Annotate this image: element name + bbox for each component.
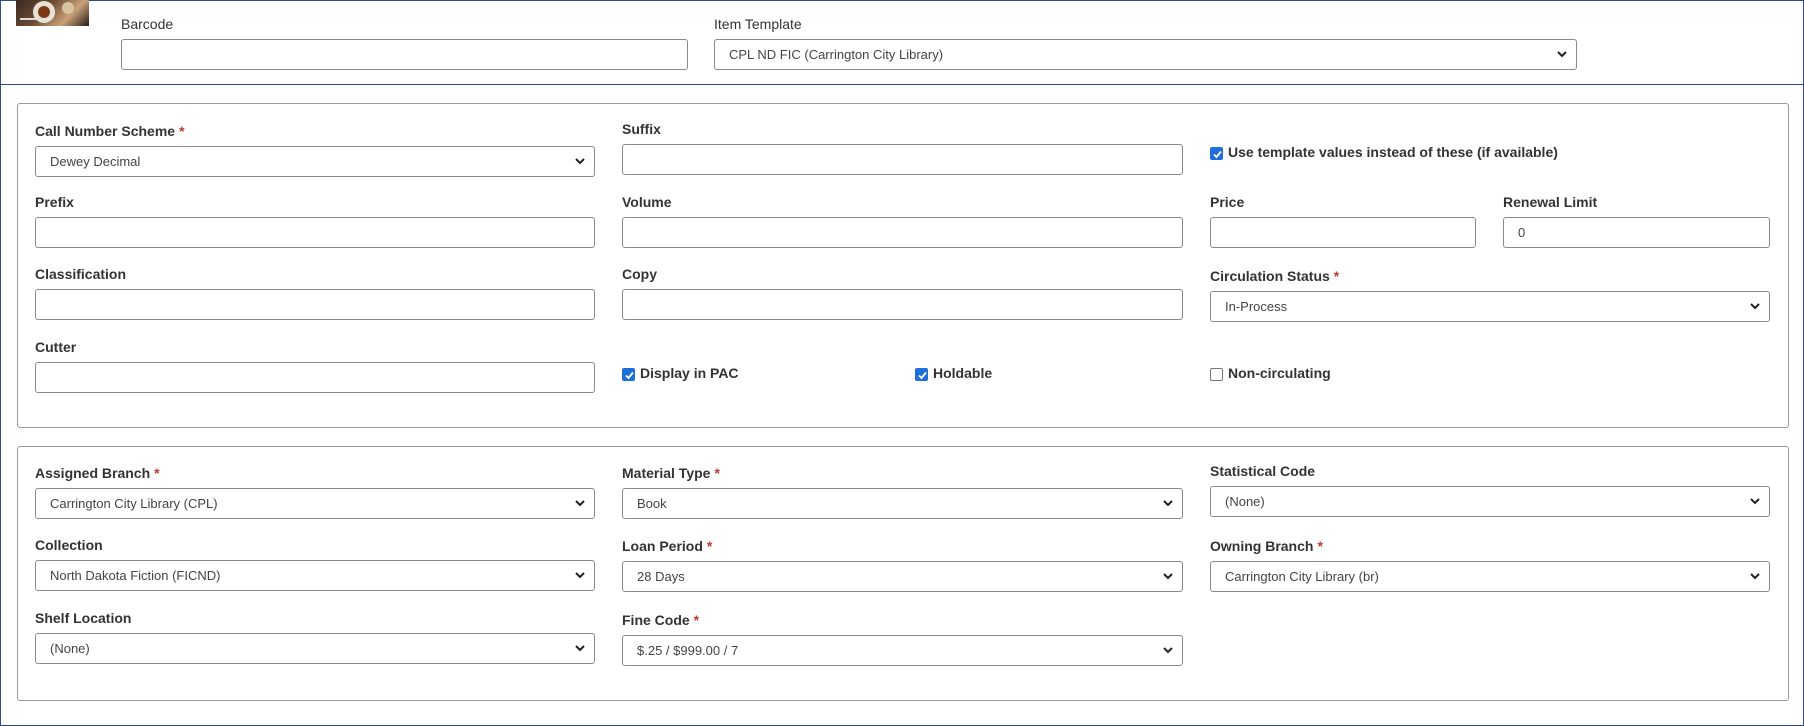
prefix-label: Prefix (35, 194, 74, 210)
cover-image-icon (20, 1, 74, 23)
shelf-location-value: (None) (50, 641, 90, 656)
non-circulating-label: Non-circulating (1228, 365, 1331, 381)
circulation-status-value: In-Process (1225, 299, 1288, 314)
classification-input[interactable] (35, 289, 595, 320)
chevron-down-icon (1162, 636, 1174, 665)
cutter-label: Cutter (35, 339, 77, 355)
copy-label: Copy (622, 266, 657, 282)
item-template-value: CPL ND FIC (Carrington City Library) (729, 47, 944, 62)
item-template-select[interactable]: CPL ND FIC (Carrington City Library) (714, 39, 1577, 70)
circulation-status-label: Circulation Status * (1210, 268, 1340, 284)
loan-period-select[interactable]: 28 Days (622, 561, 1183, 592)
chevron-down-icon (1162, 489, 1174, 518)
assigned-branch-value: Carrington City Library (CPL) (50, 496, 218, 511)
circulation-status-select[interactable]: In-Process (1210, 291, 1770, 322)
chevron-down-icon (1162, 562, 1174, 591)
item-template-label: Item Template (714, 16, 802, 32)
assigned-branch-label: Assigned Branch * (35, 465, 160, 481)
chevron-down-icon (1749, 562, 1761, 591)
call-number-scheme-value: Dewey Decimal (50, 154, 141, 169)
chevron-down-icon (1556, 40, 1568, 69)
holdable-checkbox[interactable] (915, 368, 928, 381)
chevron-down-icon (574, 634, 586, 663)
display-in-pac-label: Display in PAC (640, 365, 739, 381)
call-number-scheme-select[interactable]: Dewey Decimal (35, 146, 595, 177)
use-template-label: Use template values instead of these (if… (1228, 144, 1558, 160)
material-type-label: Material Type * (622, 465, 720, 481)
chevron-down-icon (574, 489, 586, 518)
owning-branch-label: Owning Branch * (1210, 538, 1323, 554)
renewal-limit-label: Renewal Limit (1503, 194, 1598, 210)
fine-code-label: Fine Code * (622, 612, 700, 628)
material-type-select[interactable]: Book (622, 488, 1183, 519)
assigned-branch-select[interactable]: Carrington City Library (CPL) (35, 488, 595, 519)
statistical-code-value: (None) (1225, 494, 1265, 509)
header-divider (0, 84, 1804, 85)
use-template-checkbox[interactable] (1210, 147, 1223, 160)
price-input[interactable] (1210, 217, 1476, 248)
checkmark-icon (625, 371, 634, 380)
holdable-label: Holdable (933, 365, 993, 381)
volume-input[interactable] (622, 217, 1183, 248)
checkmark-icon (1213, 150, 1222, 159)
collection-value: North Dakota Fiction (FICND) (50, 568, 221, 583)
collection-select[interactable]: North Dakota Fiction (FICND) (35, 560, 595, 591)
material-type-value: Book (637, 496, 667, 511)
checkmark-icon (918, 371, 927, 380)
chevron-down-icon (1749, 487, 1761, 516)
statistical-code-select[interactable]: (None) (1210, 486, 1770, 517)
display-in-pac-checkbox[interactable] (622, 368, 635, 381)
classification-label: Classification (35, 266, 127, 282)
fine-code-select[interactable]: $.25 / $999.00 / 7 (622, 635, 1183, 666)
suffix-label: Suffix (622, 121, 661, 137)
chevron-down-icon (574, 561, 586, 590)
price-label: Price (1210, 194, 1245, 210)
statistical-code-label: Statistical Code (1210, 463, 1316, 479)
cutter-input[interactable] (35, 362, 595, 393)
loan-period-value: 28 Days (637, 569, 685, 584)
shelf-location-select[interactable]: (None) (35, 633, 595, 664)
collection-label: Collection (35, 537, 103, 553)
barcode-label: Barcode (121, 16, 174, 32)
cover-thumbnail (16, 0, 89, 26)
prefix-input[interactable] (35, 217, 595, 248)
chevron-down-icon (1749, 292, 1761, 321)
fine-code-value: $.25 / $999.00 / 7 (637, 643, 739, 658)
chevron-down-icon (574, 147, 586, 176)
loan-period-label: Loan Period * (622, 538, 713, 554)
renewal-limit-input[interactable]: 0 (1503, 217, 1770, 248)
owning-branch-value: Carrington City Library (br) (1225, 569, 1379, 584)
volume-label: Volume (622, 194, 672, 210)
owning-branch-select[interactable]: Carrington City Library (br) (1210, 561, 1770, 592)
copy-input[interactable] (622, 289, 1183, 320)
shelf-location-label: Shelf Location (35, 610, 132, 626)
suffix-input[interactable] (622, 144, 1183, 175)
barcode-input[interactable] (121, 39, 688, 70)
non-circulating-checkbox[interactable] (1210, 368, 1223, 381)
call-number-scheme-label: Call Number Scheme * (35, 123, 185, 139)
